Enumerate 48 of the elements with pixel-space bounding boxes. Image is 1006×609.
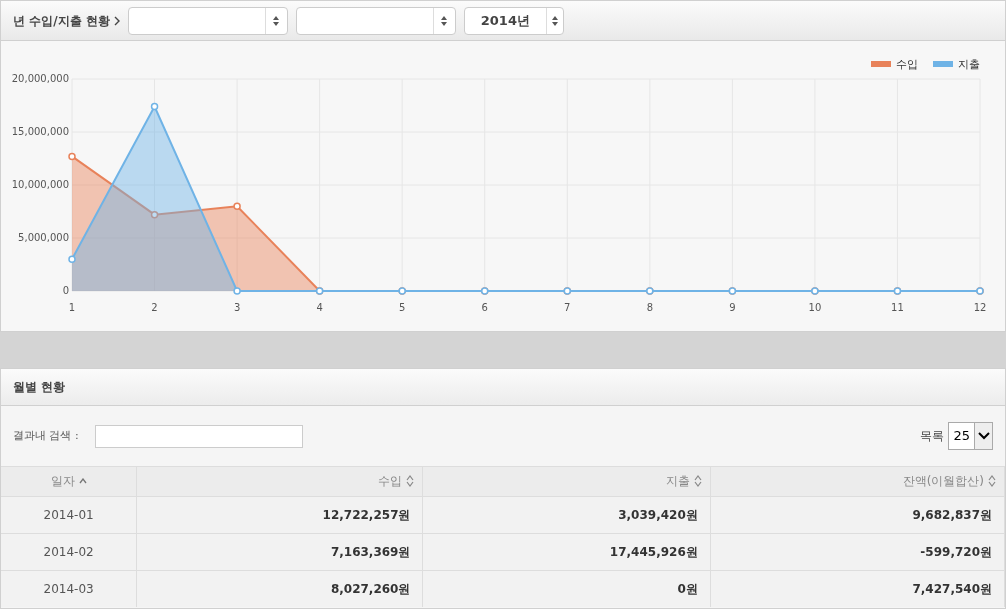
legend-label: 지출 <box>958 58 980 71</box>
table-cell: 2014-03 <box>1 570 137 607</box>
y-tick-label: 0 <box>62 285 69 296</box>
x-tick-label: 3 <box>233 302 241 313</box>
sort-icon[interactable] <box>693 475 702 488</box>
x-tick-label: 2 <box>151 302 158 313</box>
sort-ascending-icon[interactable] <box>78 478 87 485</box>
point <box>233 287 241 295</box>
dropdown-value: 2014년 <box>480 11 530 30</box>
sort-icon[interactable] <box>988 475 996 488</box>
legend-label: 수입 <box>896 58 918 71</box>
y-tick-label: 15,000,000 <box>11 126 69 137</box>
x-tick-label: 5 <box>399 302 406 313</box>
caret-down-icon <box>977 432 990 440</box>
panel-title: 월별 현황 <box>13 379 66 396</box>
x-tick-label: 7 <box>564 302 571 313</box>
search-label: 결과내 검색 : <box>13 427 79 444</box>
point <box>68 152 76 161</box>
point <box>68 255 76 263</box>
page-size-label: 목록 <box>920 428 945 445</box>
x-tick-label: 1 <box>68 302 76 313</box>
y-tick-label: 10,000,000 <box>11 179 69 190</box>
x-tick-label: 8 <box>646 302 653 313</box>
spinner-icon <box>440 14 449 27</box>
sort-icon[interactable] <box>406 475 415 488</box>
y-tick-label: 5,000,000 <box>18 232 69 243</box>
x-tick-label: 12 <box>973 302 987 313</box>
point <box>233 202 241 210</box>
table-cell: 0원 <box>423 570 711 607</box>
x-tick-label: 4 <box>316 302 323 313</box>
toolbar-title: 년 수입/지출 현황 <box>13 12 110 30</box>
page-size-dropdown[interactable]: 25 <box>948 422 993 450</box>
spinner-icon <box>550 14 559 27</box>
point <box>150 210 159 219</box>
x-tick-label: 11 <box>891 302 904 313</box>
y-tick-label: 20,000,000 <box>11 73 69 84</box>
dropdown[interactable] <box>295 6 456 35</box>
search-field[interactable] <box>94 424 303 448</box>
table-cell: 8,027,260원 <box>136 570 423 607</box>
x-tick-label: 6 <box>481 302 488 313</box>
dropdown[interactable]: 2014년 <box>463 6 564 35</box>
point <box>150 102 159 111</box>
x-tick-label: 10 <box>808 302 822 313</box>
x-tick-label: 9 <box>729 302 736 313</box>
table-cell: 7,427,540원 <box>710 570 1005 607</box>
dropdown[interactable] <box>127 6 288 35</box>
chevron-right-icon <box>113 15 120 26</box>
spinner-icon <box>272 14 281 27</box>
